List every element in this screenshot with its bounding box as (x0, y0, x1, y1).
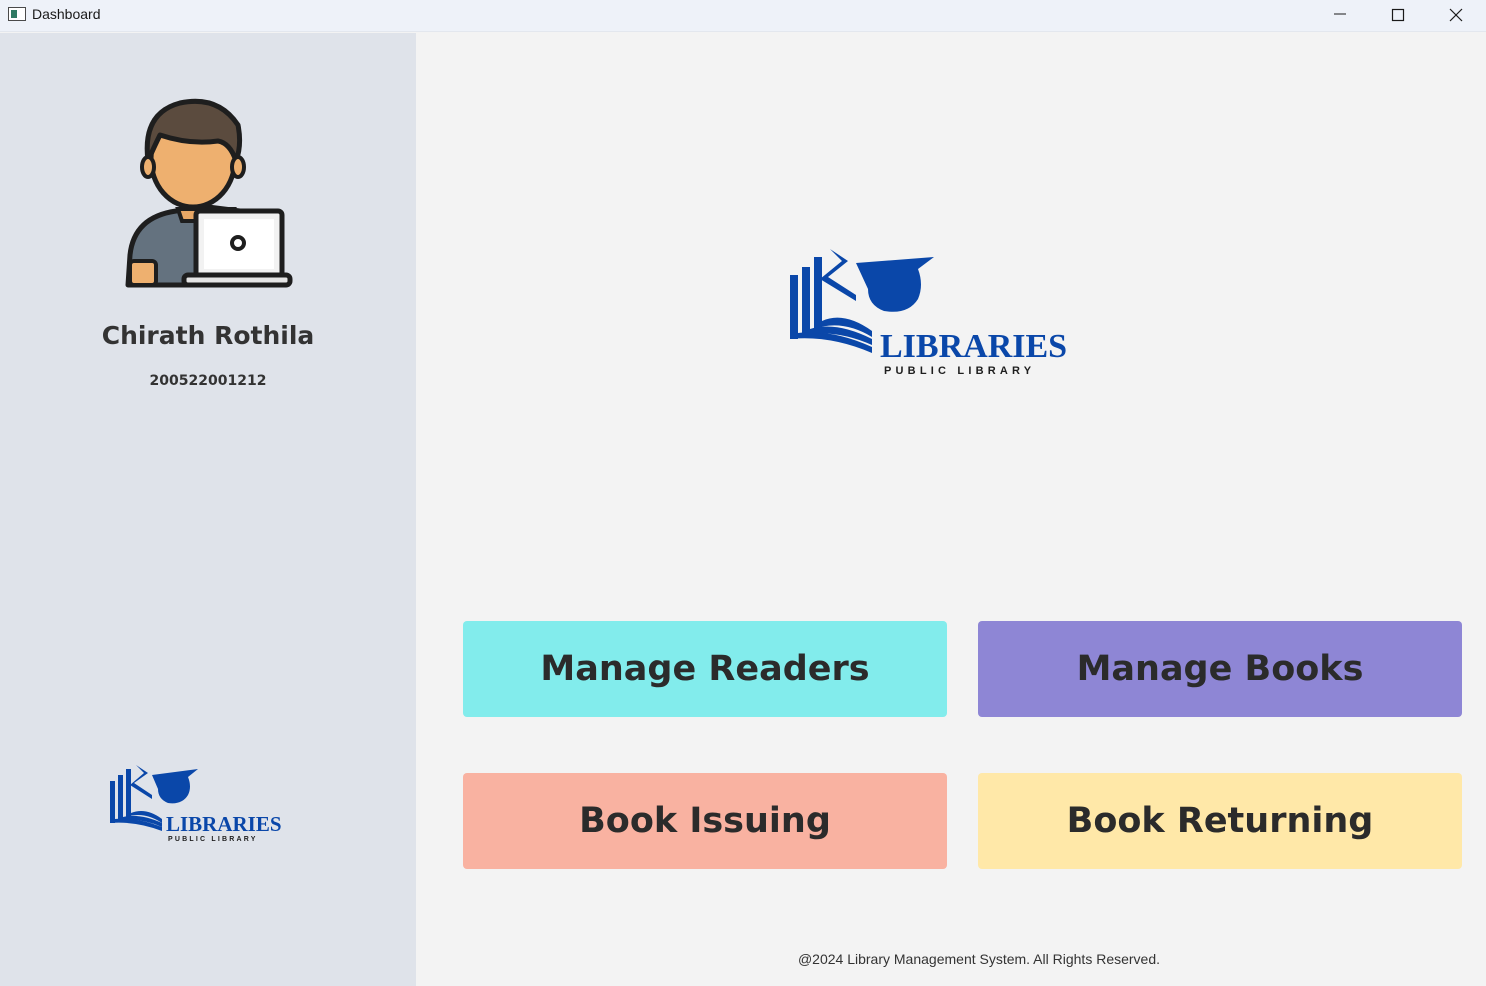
minimize-button[interactable] (1312, 0, 1370, 32)
maximize-icon (1391, 8, 1405, 22)
sidebar: Chirath Rothila 200522001212 LIBRARIES P… (0, 33, 416, 986)
user-id: 200522001212 (149, 373, 267, 389)
user-with-laptop-icon (125, 98, 293, 288)
title-bar: Dashboard (0, 0, 1486, 32)
logo-subtitle-large: PUBLIC LIBRARY (884, 365, 1035, 377)
libraries-logo: LIBRARIES PUBLIC LIBRARY (110, 765, 282, 843)
app-icon (8, 7, 26, 21)
manage-readers-button[interactable]: Manage Readers (463, 621, 947, 717)
user-name: Chirath Rothila (101, 321, 315, 350)
maximize-button[interactable] (1370, 0, 1428, 32)
window-title: Dashboard (32, 6, 101, 22)
book-issuing-button[interactable]: Book Issuing (463, 773, 947, 869)
close-icon (1449, 8, 1463, 22)
manage-books-button[interactable]: Manage Books (978, 621, 1462, 717)
main-content: LIBRARIES PUBLIC LIBRARY Manage Readers … (416, 33, 1486, 986)
footer-copyright: @2024 Library Management System. All Rig… (797, 951, 1161, 967)
book-returning-button[interactable]: Book Returning (978, 773, 1462, 869)
close-button[interactable] (1428, 0, 1486, 32)
logo-subtitle: PUBLIC LIBRARY (168, 836, 258, 843)
minimize-icon (1334, 13, 1346, 15)
logo-wordmark-large: LIBRARIES (880, 328, 1067, 365)
libraries-logo-large: LIBRARIES PUBLIC LIBRARY (790, 249, 1067, 377)
logo-wordmark: LIBRARIES (166, 812, 282, 836)
